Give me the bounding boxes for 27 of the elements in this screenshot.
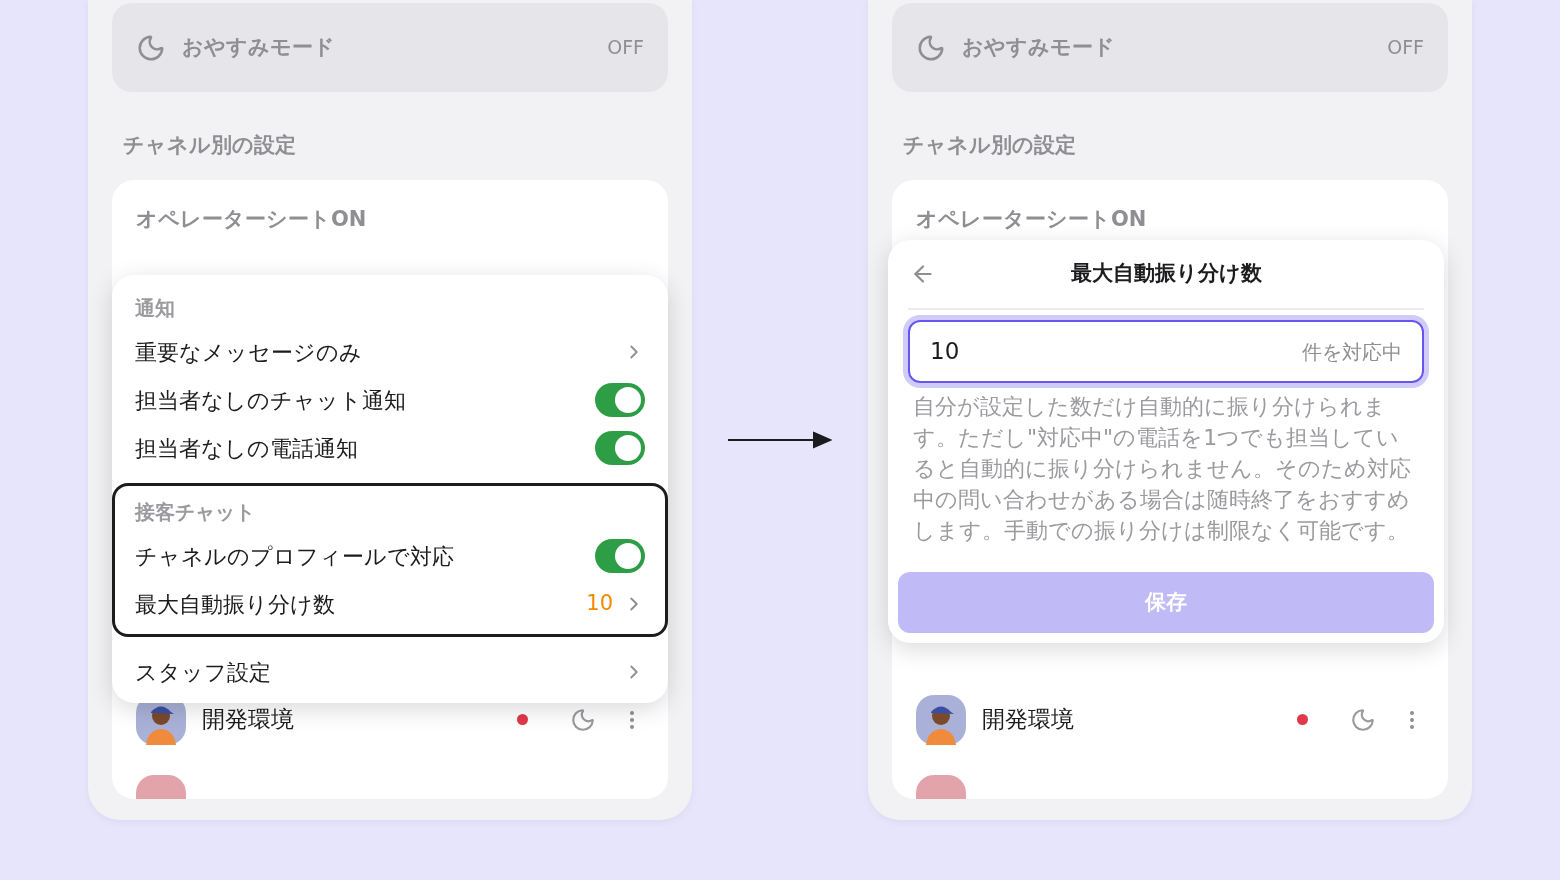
menu-item-label[interactable]: スタッフ設定 (135, 655, 271, 689)
night-mode-status: OFF (607, 35, 644, 61)
menu-item-label[interactable]: 担当者なしの電話通知 (135, 431, 358, 465)
section-heading: 通知 (135, 295, 176, 322)
menu-item-label[interactable]: 重要なメッセージのみ (135, 335, 362, 369)
arrow-icon (728, 430, 832, 450)
item-value: 10 (586, 590, 613, 618)
channel-name[interactable]: 開発環境 (202, 702, 501, 737)
night-mode-label: おやすみモード (182, 33, 335, 61)
night-mode-label: おやすみモード (962, 33, 1115, 61)
menu-item-label[interactable]: チャネルのプロフィールで対応 (135, 539, 454, 573)
section-heading: 接客チャット (135, 499, 256, 526)
channel-name[interactable]: 開発環境 (982, 702, 1281, 737)
dialog-title: 最大自動振り分け数 (1069, 260, 1263, 288)
card-title: オペレーターシートON (136, 205, 368, 233)
input-suffix: 件を対応中 (1302, 338, 1402, 366)
description-text: 自分が設定した数だけ自動的に振り分けられます。ただし"対応中"の電話を1つでも担当していると自動的に振り分けられません。そのため対応中の問い合わせがある場合は随時終了をおすすめします。手動での振り分けは制限なく可能です。 (913, 393, 1412, 545)
toggle-switch[interactable] (595, 383, 645, 417)
section-title: チャネル別の設定 (903, 132, 1077, 159)
card-title: オペレーターシートON (916, 205, 1148, 233)
toggle-switch[interactable] (595, 539, 645, 573)
night-mode-status: OFF (1387, 35, 1424, 61)
menu-item-label[interactable]: 担当者なしのチャット通知 (135, 383, 406, 417)
section-title: チャネル別の設定 (123, 132, 297, 159)
toggle-switch[interactable] (595, 431, 645, 465)
avatar-icon (916, 694, 966, 745)
menu-item-label[interactable]: 最大自動振り分け数 (135, 587, 335, 621)
